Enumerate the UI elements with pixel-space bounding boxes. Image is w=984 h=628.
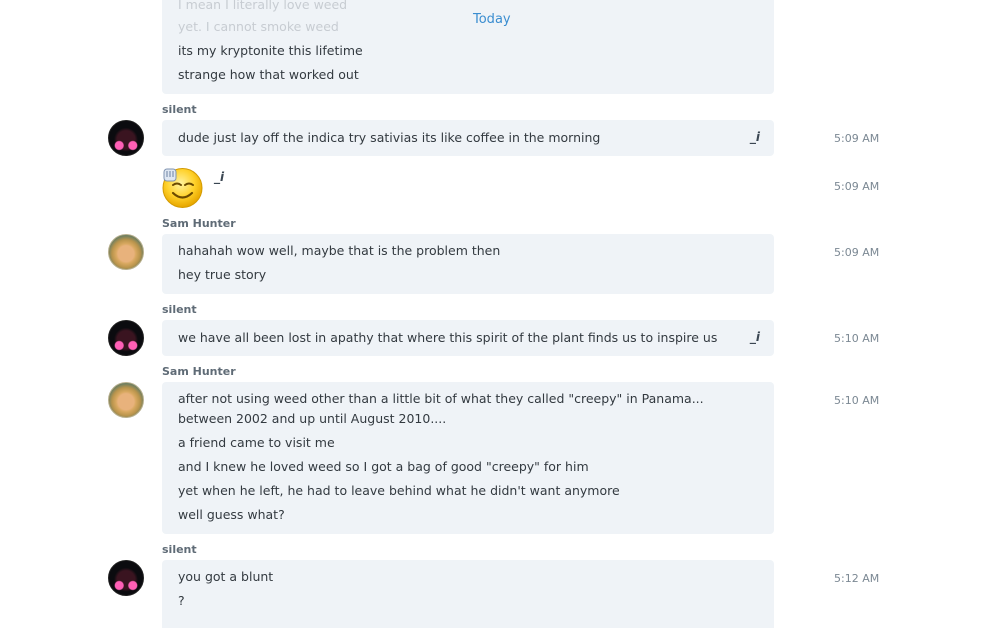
avatar[interactable] xyxy=(108,560,144,596)
message-bubble[interactable]: we have all been lost in apathy that whe… xyxy=(162,320,774,356)
rock-on-grin-emoticon-icon xyxy=(162,167,203,208)
message-timestamp: 5:10 AM xyxy=(834,332,880,345)
message-bubble[interactable]: dude just lay off the indica try sativia… xyxy=(162,120,774,156)
message-bubble[interactable]: you got a blunt ? xyxy=(162,560,774,628)
avatar[interactable] xyxy=(108,320,144,356)
message-text: I mean I literally love weed xyxy=(178,0,348,12)
avatar[interactable] xyxy=(108,234,144,270)
date-divider: Today xyxy=(473,12,511,27)
sender-name[interactable]: silent xyxy=(162,103,197,116)
avatar[interactable] xyxy=(108,382,144,418)
message-text: dude just lay off the indica try sativia… xyxy=(178,130,601,145)
message-timestamp: 5:12 AM xyxy=(834,572,880,585)
message-text: you got a blunt xyxy=(178,569,274,584)
message-text: hey true story xyxy=(178,267,267,282)
message-text: well guess what? xyxy=(178,507,285,522)
edited-icon[interactable]: _i xyxy=(750,130,760,144)
message-timestamp: 5:09 AM xyxy=(834,246,880,259)
sender-name[interactable]: Sam Hunter xyxy=(162,217,236,230)
chat-conversation: I mean I literally love weed yet. I cann… xyxy=(0,0,984,628)
message-text: hahahah wow well, maybe that is the prob… xyxy=(178,243,501,258)
message-bubble[interactable]: I mean I literally love weed yet. I cann… xyxy=(162,0,774,94)
edited-icon[interactable]: _i xyxy=(214,170,224,184)
message-text: strange how that worked out xyxy=(178,67,359,82)
sender-name[interactable]: silent xyxy=(162,543,197,556)
message-timestamp: 5:09 AM xyxy=(834,132,880,145)
message-text: after not using weed other than a little… xyxy=(178,391,704,426)
message-bubble[interactable]: after not using weed other than a little… xyxy=(162,382,774,534)
message-text: yet when he left, he had to leave behind… xyxy=(178,483,620,498)
message-text: and I knew he loved weed so I got a bag … xyxy=(178,459,589,474)
message-bubble[interactable]: hahahah wow well, maybe that is the prob… xyxy=(162,234,774,294)
message-timestamp: 5:09 AM xyxy=(834,180,880,193)
avatar[interactable] xyxy=(108,120,144,156)
sender-name[interactable]: silent xyxy=(162,303,197,316)
message-text: a friend came to visit me xyxy=(178,435,335,450)
edited-icon[interactable]: _i xyxy=(750,330,760,344)
message-text: yet. I cannot smoke weed xyxy=(178,19,339,34)
message-text: its my kryptonite this lifetime xyxy=(178,43,363,58)
sender-name[interactable]: Sam Hunter xyxy=(162,365,236,378)
message-text: we have all been lost in apathy that whe… xyxy=(178,330,718,345)
message-text: ? xyxy=(178,593,185,608)
message-timestamp: 5:10 AM xyxy=(834,394,880,407)
